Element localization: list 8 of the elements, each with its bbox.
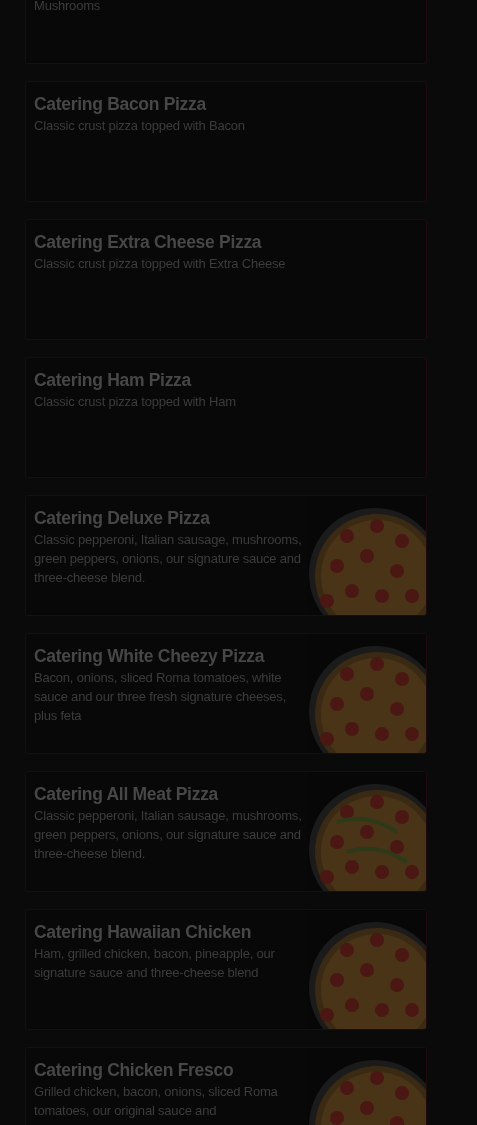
item-title: Catering All Meat Pizza bbox=[34, 783, 220, 806]
item-title: Catering Extra Cheese Pizza bbox=[34, 231, 263, 254]
item-title: Catering Ham Pizza bbox=[34, 369, 193, 392]
item-title: Catering Bacon Pizza bbox=[34, 93, 208, 116]
item-title: Catering Hawaiian Chicken bbox=[34, 921, 253, 944]
item-title: Catering Deluxe Pizza bbox=[34, 507, 211, 530]
item-title: Catering Chicken Fresco bbox=[34, 1059, 235, 1082]
item-title: Catering White Cheezy Pizza bbox=[34, 645, 266, 668]
